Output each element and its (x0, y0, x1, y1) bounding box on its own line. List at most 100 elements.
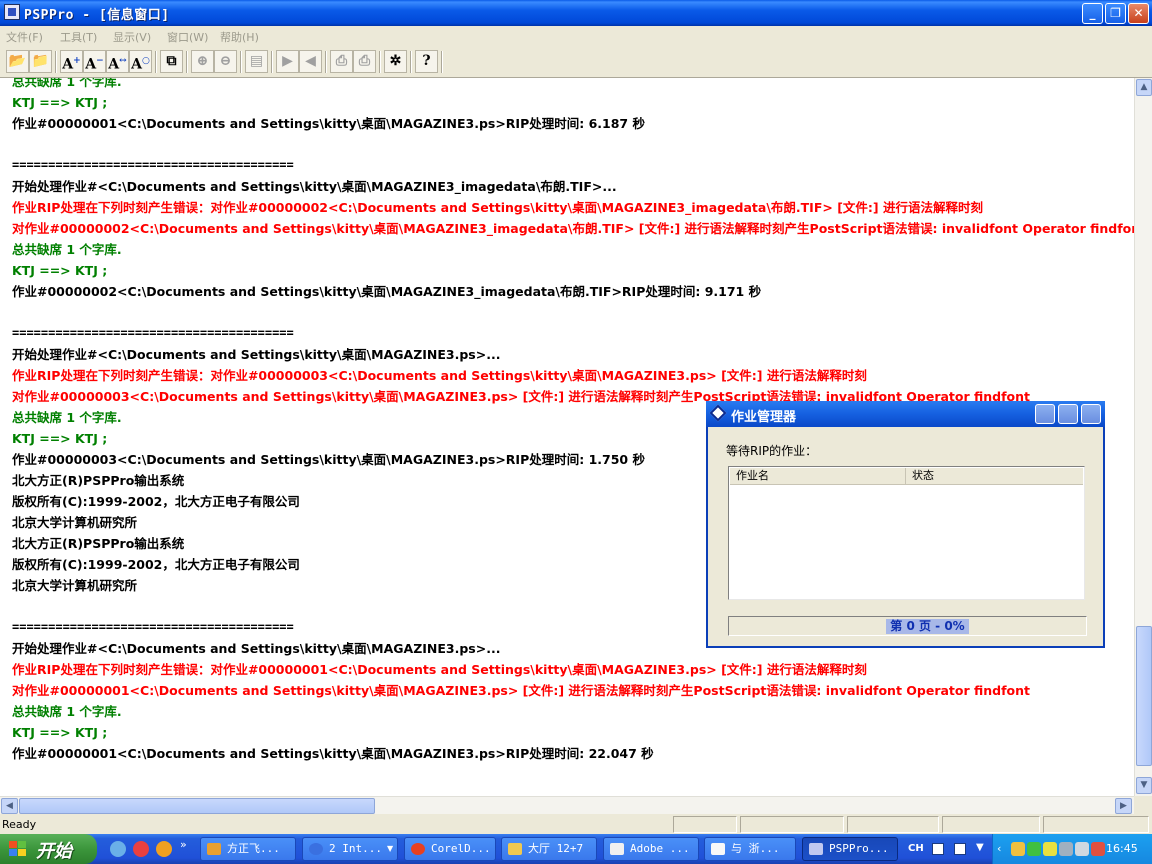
scroll-up-icon[interactable]: ▲ (1136, 79, 1152, 96)
network-icon[interactable] (1027, 842, 1041, 856)
security-icon[interactable] (1011, 842, 1025, 856)
restore-button[interactable]: ❐ (1105, 3, 1126, 24)
copy-icon[interactable]: ⧉ (160, 50, 183, 73)
vertical-scroll-thumb[interactable] (1136, 626, 1152, 766)
menu-bar: 文件(F) 工具(T) 显示(V) 窗口(W) 帮助(H) (0, 26, 1152, 46)
volume-icon[interactable] (1075, 842, 1089, 856)
minimize-button[interactable]: _ (1082, 3, 1103, 24)
waiting-label: 等待RIP的作业： (726, 444, 818, 458)
scroll-corner (1134, 796, 1152, 814)
status-panel (1043, 816, 1149, 833)
start-button[interactable]: 开始 (0, 834, 97, 864)
diamond-icon (709, 404, 727, 422)
log-line: 对作业#00000001<C:\Documents and Settings\k… (12, 683, 1031, 698)
menu-window[interactable]: 窗口(W) (167, 29, 208, 45)
font-increase-icon[interactable]: A+ (60, 50, 83, 73)
scroll-left-icon[interactable]: ◀ (1, 798, 18, 814)
column-job-name[interactable]: 作业名 (730, 468, 906, 484)
status-panel (673, 816, 737, 833)
scroll-down-icon[interactable]: ▼ (1136, 777, 1152, 794)
show-desktop-icon[interactable] (110, 841, 126, 857)
language-indicator[interactable]: CH (908, 843, 924, 854)
task-button-psppro[interactable]: PSPPro... (802, 837, 898, 861)
system-tray: ‹ 16:45 (992, 834, 1152, 864)
scroll-right-icon[interactable]: ▶ (1115, 798, 1132, 814)
monitor-icon[interactable] (1059, 842, 1073, 856)
dialog-minimize-button[interactable] (1035, 404, 1055, 424)
help-icon[interactable]: ? (415, 50, 438, 73)
log-line: 作业#00000001<C:\Documents and Settings\ki… (12, 116, 645, 131)
log-line: 总共缺席 1 个字库. (12, 704, 122, 719)
antivirus-icon[interactable] (1091, 842, 1105, 856)
log-line: 作业RIP处理在下列时刻产生错误：对作业#00000003<C:\Documen… (12, 368, 867, 383)
keyboard-icon[interactable] (932, 843, 944, 855)
taskbar: 开始 » 方正飞... 2 Int... ▼ CorelD... 大厅 12+7… (0, 834, 1152, 864)
open-folder-icon[interactable]: 📂 (6, 50, 29, 73)
font-decrease-icon[interactable]: A− (83, 50, 106, 73)
coreldraw-icon (411, 843, 425, 855)
log-line: 对作业#00000002<C:\Documents and Settings\k… (12, 221, 1134, 236)
task-button-internet[interactable]: 2 Int... ▼ (302, 837, 398, 861)
menu-file[interactable]: 文件(F) (6, 29, 43, 45)
title-bar[interactable]: PSPPro - [信息窗口] _ ❐ ✕ (0, 0, 1152, 26)
window-title: PSPPro - [信息窗口] (24, 8, 170, 23)
language-menu-icon[interactable]: ▼ (976, 842, 984, 853)
folder-icon[interactable]: 📁 (29, 50, 52, 73)
log-line: 作业#00000001<C:\Documents and Settings\ki… (12, 746, 654, 761)
zoom-out-icon[interactable]: ⊖ (214, 50, 237, 73)
back-icon[interactable]: ◀ (299, 50, 322, 73)
task-button-lobby[interactable]: 大厅 12+7 (501, 837, 597, 861)
status-bar: Ready (0, 814, 1152, 834)
task-button-adobe[interactable]: Adobe ... (603, 837, 699, 861)
job-manager-dialog[interactable]: 作业管理器 等待RIP的作业： 作业名 状态 第 0 页 - 0% (706, 401, 1105, 648)
column-status[interactable]: 状态 (906, 468, 1083, 484)
print-icon[interactable]: ⎙ (330, 50, 353, 73)
task-button-coreldraw[interactable]: CorelD... (404, 837, 496, 861)
task-button-fangzheng[interactable]: 方正飞... (200, 837, 296, 861)
group-arrow-icon: ▼ (387, 844, 394, 853)
menu-view[interactable]: 显示(V) (113, 29, 151, 45)
log-line: KTJ ==> KTJ ; (12, 725, 108, 740)
language-bar[interactable]: CH ▼ (904, 834, 992, 864)
dialog-title: 作业管理器 (731, 410, 797, 425)
quick-launch-more-icon[interactable]: » (180, 838, 187, 851)
horizontal-scroll-thumb[interactable] (19, 798, 375, 814)
play-icon[interactable]: ▶ (276, 50, 299, 73)
adobe-icon (610, 843, 624, 855)
log-line: KTJ ==> KTJ ; (12, 95, 108, 110)
dialog-title-bar[interactable]: 作业管理器 (706, 401, 1105, 427)
status-panel (847, 816, 939, 833)
dialog-close-button[interactable] (1081, 404, 1101, 424)
horizontal-scrollbar[interactable]: ◀ ▶ (0, 796, 1134, 814)
status-text: Ready (2, 818, 37, 831)
help-icon[interactable] (954, 843, 966, 855)
font-max-icon[interactable]: A↔ (106, 50, 129, 73)
qq-icon[interactable] (1043, 842, 1057, 856)
close-button[interactable]: ✕ (1128, 3, 1149, 24)
menu-help[interactable]: 帮助(H) (220, 29, 259, 45)
task-button-chat[interactable]: 与 浙... (704, 837, 796, 861)
start-label: 开始 (36, 841, 72, 862)
quick-launch-app-icon[interactable] (133, 841, 149, 857)
page-progress-text: 第 0 页 - 0% (886, 619, 969, 634)
status-panel (942, 816, 1040, 833)
settings-icon[interactable]: ✲ (384, 50, 407, 73)
zoom-in-icon[interactable]: ⊕ (191, 50, 214, 73)
browser-icon (309, 843, 323, 855)
job-list[interactable]: 作业名 状态 (728, 466, 1085, 600)
tray-expand-icon[interactable]: ‹ (997, 842, 1001, 855)
app-icon[interactable] (4, 4, 20, 20)
status-panel (740, 816, 844, 833)
page-icon[interactable]: ▤ (245, 50, 268, 73)
menu-tools[interactable]: 工具(T) (60, 29, 97, 45)
log-line: ======================================= (12, 326, 294, 340)
dialog-maximize-button[interactable] (1058, 404, 1078, 424)
log-line: 开始处理作业#<C:\Documents and Settings\kitty\… (12, 347, 501, 362)
app-icon (207, 843, 221, 855)
vertical-scrollbar[interactable]: ▲ ▼ (1134, 78, 1152, 796)
log-line: 开始处理作业#<C:\Documents and Settings\kitty\… (12, 179, 617, 194)
print-setup-icon[interactable]: ⎙ (353, 50, 376, 73)
font-default-icon[interactable]: A○ (129, 50, 152, 73)
quick-launch-media-icon[interactable] (156, 841, 172, 857)
